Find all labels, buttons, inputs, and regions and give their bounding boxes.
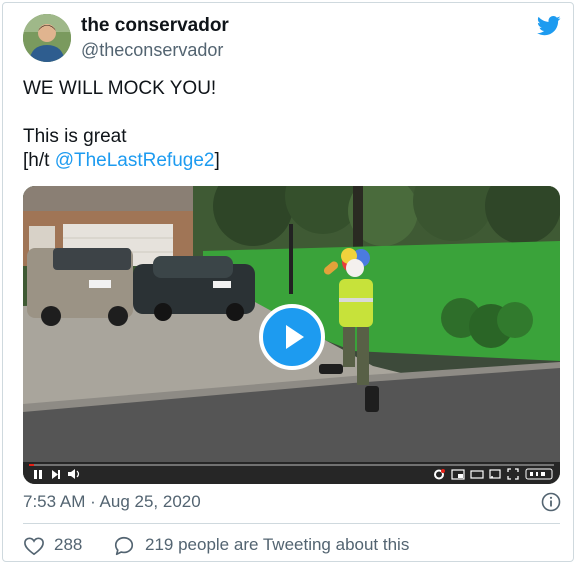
volume-icon[interactable]: [67, 468, 81, 480]
video-controls: [23, 462, 560, 484]
hat-tip-suffix: ]: [214, 150, 220, 171]
pause-icon[interactable]: [33, 468, 43, 480]
gif-icon[interactable]: [525, 468, 553, 480]
miniplayer-icon[interactable]: [451, 468, 465, 480]
play-icon[interactable]: [259, 304, 325, 370]
video-progress-fill: [29, 464, 35, 466]
hat-tip-prefix: [h/t: [23, 150, 55, 171]
theater-mode-icon[interactable]: [470, 468, 484, 480]
tweet-timestamp[interactable]: 7:53 AM · Aug 25, 2020: [23, 492, 201, 512]
tweet-text-line-1: WE WILL MOCK YOU!: [23, 78, 217, 99]
like-count: 288: [54, 535, 83, 554]
author-avatar[interactable]: [23, 14, 71, 62]
mention-link[interactable]: @TheLastRefuge2: [55, 150, 215, 171]
settings-gear-icon[interactable]: [433, 468, 445, 480]
author-name[interactable]: the conservador: [81, 15, 229, 37]
video-player[interactable]: [23, 186, 560, 484]
divider: [23, 523, 560, 524]
info-icon[interactable]: [541, 492, 561, 512]
tweet-text-line-2: This is great: [23, 126, 127, 147]
tweet-text-line-3: [h/t @TheLastRefuge2]: [23, 149, 553, 173]
tweet-text: WE WILL MOCK YOU! This is great [h/t @Th…: [23, 77, 553, 173]
tweet-card: the conservador @theconservador WE WILL …: [2, 2, 574, 562]
speech-bubble-icon[interactable]: [113, 535, 135, 557]
cast-icon[interactable]: [489, 468, 501, 480]
conversation-link[interactable]: 219 people are Tweeting about this: [145, 535, 409, 555]
author-handle[interactable]: @theconservador: [81, 40, 223, 61]
heart-icon: [23, 536, 45, 556]
avatar-image: [23, 14, 71, 62]
twitter-bird-icon[interactable]: [537, 15, 561, 37]
video-progress-bar[interactable]: [29, 464, 554, 466]
fullscreen-icon[interactable]: [507, 468, 519, 480]
skip-next-icon[interactable]: [51, 468, 61, 480]
